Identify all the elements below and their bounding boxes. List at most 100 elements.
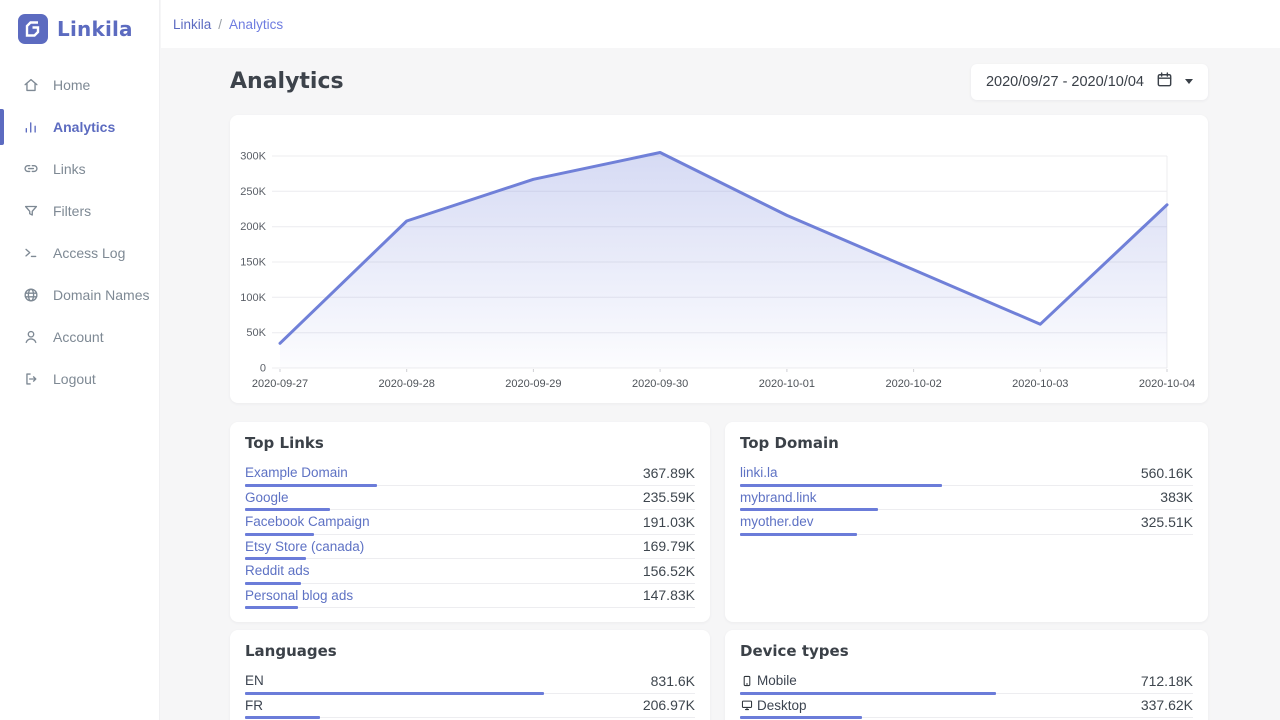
- row-label-google[interactable]: Google: [245, 490, 289, 505]
- terminal-icon: [22, 244, 40, 262]
- row-label-mybrand-link[interactable]: mybrand.link: [740, 490, 817, 505]
- row-label-linki-la[interactable]: linki.la: [740, 465, 778, 480]
- topbar: Linkila / Analytics: [161, 0, 1280, 48]
- row-value-bar: [245, 716, 320, 719]
- sidebar-item-label: Account: [53, 329, 104, 345]
- row-label-fr: FR: [245, 698, 263, 713]
- row-value: 169.79K: [643, 538, 695, 554]
- row-value-bar: [740, 533, 857, 536]
- sidebar-item-label: Access Log: [53, 245, 125, 261]
- table-row: Mobile712.18K: [740, 669, 1193, 694]
- row-value-bar: [740, 716, 862, 719]
- sidebar-item-label: Home: [53, 77, 90, 93]
- card-top-links: Top Links Example Domain 367.89K Google 235.…: [230, 422, 710, 622]
- row-value: 831.6K: [651, 673, 695, 689]
- table-row: Example Domain 367.89K: [245, 461, 695, 486]
- sidebar-item-logout[interactable]: Logout: [0, 358, 159, 400]
- row-value-bar: [245, 606, 298, 609]
- calendar-icon: [1155, 70, 1174, 94]
- row-value: 147.83K: [643, 587, 695, 603]
- svg-text:2020-09-28: 2020-09-28: [379, 378, 435, 390]
- row-label-facebook-campaign[interactable]: Facebook Campaign: [245, 514, 370, 529]
- row-value: 325.51K: [1141, 514, 1193, 530]
- svg-text:50K: 50K: [246, 327, 266, 339]
- svg-text:2020-10-03: 2020-10-03: [1012, 378, 1068, 390]
- row-label-etsy-store-canada[interactable]: Etsy Store (canada): [245, 539, 364, 554]
- mobile-icon: [740, 674, 754, 688]
- sidebar-item-account[interactable]: Account: [0, 316, 159, 358]
- table-row: linki.la 560.16K: [740, 461, 1193, 486]
- svg-text:2020-10-04: 2020-10-04: [1139, 378, 1195, 390]
- linkila-logo-icon: [18, 14, 48, 44]
- svg-text:2020-10-02: 2020-10-02: [885, 378, 941, 390]
- analytics-icon: [22, 118, 40, 136]
- card-device-types: Device types Mobile712.18KDesktop337.62K: [725, 630, 1208, 720]
- main-content: Analytics 2020/09/27 - 2020/10/04 0 50K 10…: [160, 48, 1280, 720]
- table-row: Etsy Store (canada) 169.79K: [245, 535, 695, 560]
- row-value: 560.16K: [1141, 465, 1193, 481]
- svg-text:2020-09-29: 2020-09-29: [505, 378, 561, 390]
- svg-text:100K: 100K: [240, 292, 266, 304]
- brand-logo[interactable]: Linkila: [0, 0, 159, 44]
- links-icon: [22, 160, 40, 178]
- date-range-picker[interactable]: 2020/09/27 - 2020/10/04: [971, 64, 1208, 100]
- row-label-reddit-ads[interactable]: Reddit ads: [245, 563, 310, 578]
- breadcrumb: Linkila / Analytics: [173, 17, 283, 32]
- sidebar-item-label: Links: [53, 161, 86, 177]
- table-row: Personal blog ads 147.83K: [245, 584, 695, 609]
- title-row: Analytics 2020/09/27 - 2020/10/04: [230, 48, 1208, 115]
- date-range-value: 2020/09/27 - 2020/10/04: [986, 74, 1144, 90]
- sidebar-item-links[interactable]: Links: [0, 148, 159, 190]
- page-title: Analytics: [230, 69, 344, 94]
- table-row: mybrand.link 383K: [740, 486, 1193, 511]
- sidebar-nav: Home Analytics Links Filters Access Log Domai…: [0, 64, 159, 400]
- sidebar-item-access-log[interactable]: Access Log: [0, 232, 159, 274]
- card-title-device-types: Device types: [740, 642, 1193, 660]
- caret-down-icon: [1185, 79, 1193, 84]
- sidebar-item-analytics[interactable]: Analytics: [0, 106, 159, 148]
- row-value: 337.62K: [1141, 697, 1193, 713]
- table-row: myother.dev 325.51K: [740, 510, 1193, 535]
- table-row: Desktop337.62K: [740, 694, 1193, 719]
- row-value: 712.18K: [1141, 673, 1193, 689]
- desktop-icon: [740, 698, 754, 712]
- card-top-domain: Top Domain linki.la 560.16K mybrand.link 383…: [725, 422, 1208, 622]
- svg-text:300K: 300K: [240, 151, 266, 163]
- svg-text:2020-09-30: 2020-09-30: [632, 378, 688, 390]
- row-value: 367.89K: [643, 465, 695, 481]
- svg-text:2020-09-27: 2020-09-27: [252, 378, 308, 390]
- breadcrumb-link-parent[interactable]: Linkila: [173, 17, 211, 32]
- logout-icon: [22, 370, 40, 388]
- row-value: 383K: [1160, 489, 1193, 505]
- breadcrumb-current[interactable]: Analytics: [229, 17, 283, 32]
- svg-text:250K: 250K: [240, 186, 266, 198]
- sidebar-item-label: Analytics: [53, 119, 115, 135]
- breadcrumb-separator: /: [218, 17, 222, 32]
- card-title-top-domain: Top Domain: [740, 434, 1193, 452]
- row-value: 206.97K: [643, 697, 695, 713]
- sidebar-item-label: Domain Names: [53, 287, 149, 303]
- row-value: 235.59K: [643, 489, 695, 505]
- sidebar-item-filters[interactable]: Filters: [0, 190, 159, 232]
- sidebar-item-domain-names[interactable]: Domain Names: [0, 274, 159, 316]
- table-row: Facebook Campaign191.03K: [245, 510, 695, 535]
- row-label-example-domain[interactable]: Example Domain: [245, 465, 348, 480]
- table-row: Google 235.59K: [245, 486, 695, 511]
- stats-cards-grid: Top Links Example Domain 367.89K Google 235.…: [230, 422, 1208, 720]
- card-title-languages: Languages: [245, 642, 695, 660]
- row-label-personal-blog-ads[interactable]: Personal blog ads: [245, 588, 353, 603]
- card-title-top-links: Top Links: [245, 434, 695, 452]
- sidebar: Linkila Home Analytics Links Filters Access …: [0, 0, 160, 720]
- chart-card: 050K100K150K200K250K300K2020-09-272020-0…: [230, 115, 1208, 403]
- row-value: 156.52K: [643, 563, 695, 579]
- globe-icon: [22, 286, 40, 304]
- svg-text:150K: 150K: [240, 257, 266, 269]
- table-row: FR 206.97K: [245, 694, 695, 719]
- card-languages: Languages EN 831.6K FR 206.97K: [230, 630, 710, 720]
- sidebar-item-home[interactable]: Home: [0, 64, 159, 106]
- svg-text:0: 0: [260, 363, 266, 375]
- user-icon: [22, 328, 40, 346]
- home-icon: [22, 76, 40, 94]
- row-label-myother-dev[interactable]: myother.dev: [740, 514, 814, 529]
- row-label-en: EN: [245, 673, 264, 688]
